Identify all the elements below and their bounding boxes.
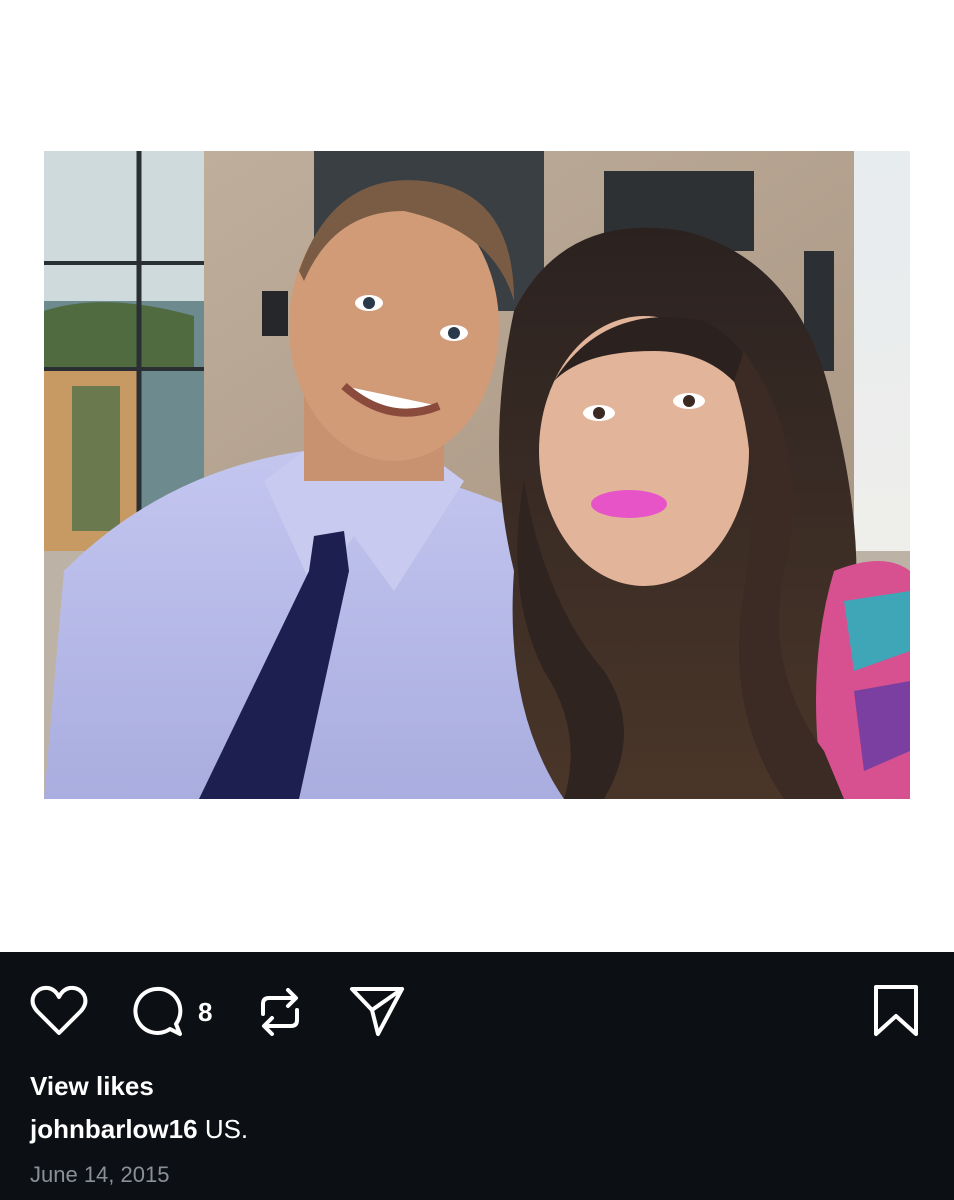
share-button[interactable]	[348, 984, 406, 1038]
like-button[interactable]	[30, 985, 88, 1037]
repost-button[interactable]	[255, 984, 305, 1040]
comment-count: 8	[198, 997, 213, 1027]
post-photo[interactable]	[44, 151, 910, 799]
caption-text: US.	[204, 1114, 249, 1144]
view-likes-link[interactable]: View likes	[30, 1071, 154, 1102]
heart-icon	[30, 985, 88, 1037]
username-link[interactable]: johnbarlow16	[30, 1114, 198, 1144]
repost-icon	[255, 984, 305, 1040]
photo-illustration	[44, 151, 910, 799]
post-date: June 14, 2015	[30, 1162, 170, 1187]
comment-button[interactable]	[128, 984, 186, 1040]
post-caption: johnbarlow16 US.	[30, 1114, 248, 1145]
send-icon	[348, 984, 406, 1038]
save-button[interactable]	[872, 984, 920, 1038]
comment-icon	[128, 984, 186, 1040]
post-media-area	[0, 0, 954, 952]
bookmark-icon	[872, 984, 920, 1038]
